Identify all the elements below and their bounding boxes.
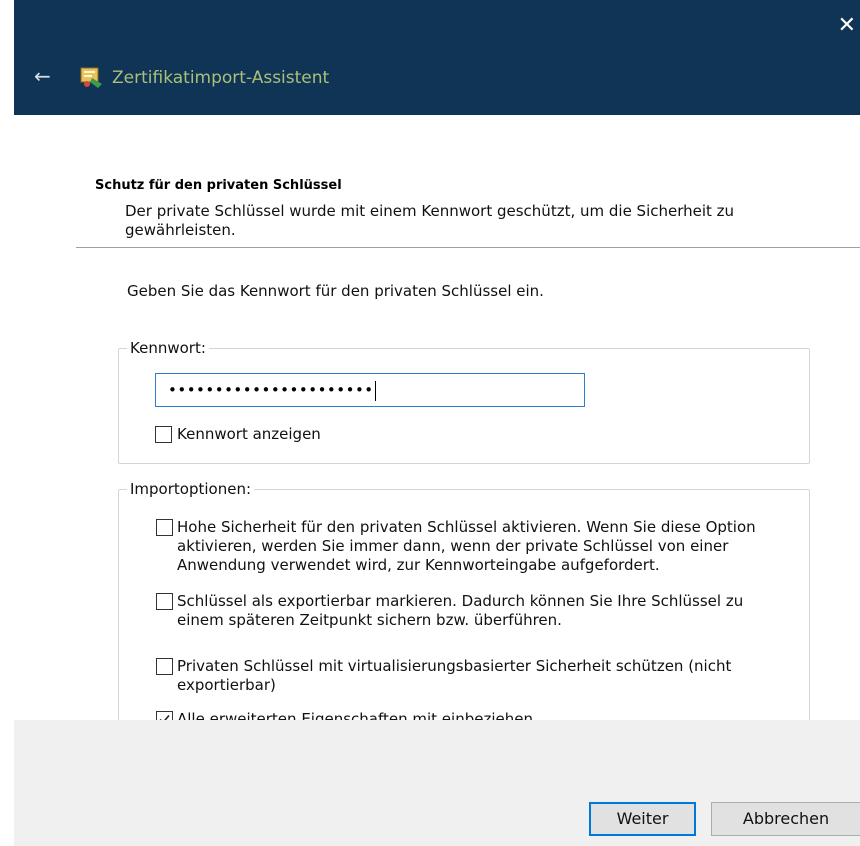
certificate-wizard-icon [80, 67, 102, 88]
vbs-protect-label[interactable]: Privaten Schlüssel mit virtualisierungsb… [177, 657, 777, 695]
section-description: Der private Schlüssel wurde mit einem Ke… [125, 202, 735, 239]
wizard-page: Schutz für den privaten Schlüssel Der pr… [14, 115, 860, 751]
exportable-label[interactable]: Schlüssel als exportierbar markieren. Da… [177, 592, 777, 630]
import-options-group: Importoptionen: Hohe Sicherheit für den … [118, 479, 810, 751]
button-bar: Weiter Abbrechen [14, 720, 860, 846]
back-arrow-icon[interactable]: ← [34, 66, 51, 86]
password-group: Kennwort: •••••••••••••••••••••• Kennwor… [118, 338, 810, 464]
title-bar: ✕ ← Zertifikatimport-Assistent [14, 0, 860, 115]
vbs-protect-checkbox[interactable] [156, 658, 173, 675]
high-security-label[interactable]: Hohe Sicherheit für den privaten Schlüss… [177, 518, 777, 575]
section-title: Schutz für den privaten Schlüssel [95, 178, 342, 193]
password-input[interactable]: •••••••••••••••••••••• [155, 373, 585, 407]
password-value-wrap: •••••••••••••••••••••• [168, 380, 376, 401]
password-group-legend: Kennwort: [127, 338, 209, 358]
text-caret [374, 380, 376, 401]
window-title: Zertifikatimport-Assistent [112, 68, 330, 88]
high-security-checkbox[interactable] [156, 519, 173, 536]
wizard-window: ✕ ← Zertifikatimport-Assistent Schutz fü… [14, 0, 860, 846]
close-icon[interactable]: ✕ [838, 15, 856, 37]
import-options-legend: Importoptionen: [127, 479, 255, 499]
exportable-checkbox[interactable] [156, 593, 173, 610]
password-value: •••••••••••••••••••••• [168, 381, 374, 399]
header-separator [76, 247, 860, 248]
show-password-label[interactable]: Kennwort anzeigen [177, 425, 321, 444]
next-button[interactable]: Weiter [589, 802, 696, 836]
password-prompt: Geben Sie das Kennwort für den privaten … [127, 282, 544, 300]
show-password-checkbox[interactable] [155, 426, 172, 443]
cancel-button[interactable]: Abbrechen [711, 802, 860, 836]
